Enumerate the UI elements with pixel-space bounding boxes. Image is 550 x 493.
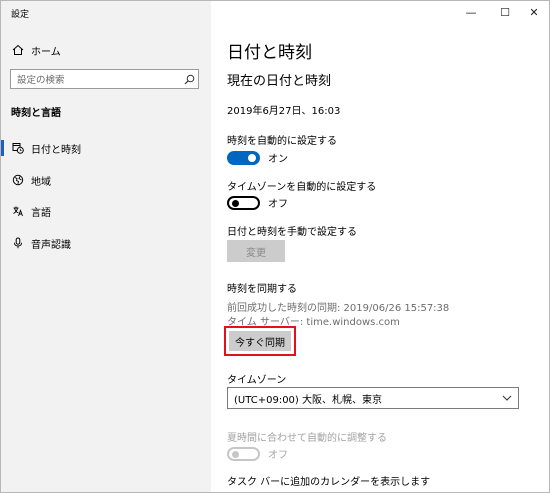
sidebar-item-label: 日付と時刻 <box>31 144 81 156</box>
section-title: 時刻と言語 <box>11 108 61 119</box>
settings-window: 設定 ホーム 設定の検索 時刻と言語 日付と時刻 地域 言語 音声認識 — ☐ … <box>0 0 550 493</box>
sidebar-item-label: 言語 <box>31 207 51 219</box>
auto-timezone-toggle[interactable]: オフ <box>227 195 288 210</box>
last-sync-text: 前回成功した時刻の同期: 2019/06/26 15:57:38 <box>227 303 450 314</box>
dst-label: 夏時間に合わせて自動的に調整する <box>227 433 387 444</box>
sidebar-item-date-time[interactable]: 日付と時刻 <box>1 139 211 157</box>
current-datetime: 2019年6月27日、16:03 <box>227 106 341 117</box>
timezone-label: タイムゾーン <box>227 375 287 386</box>
page-title: 日付と時刻 <box>227 43 312 63</box>
dst-state: オフ <box>268 450 288 461</box>
auto-timezone-state: オフ <box>268 199 288 210</box>
home-icon <box>11 44 25 56</box>
nav-home[interactable]: ホーム <box>11 41 61 59</box>
search-box[interactable]: 設定の検索 <box>10 69 199 89</box>
language-icon <box>11 205 25 217</box>
manual-datetime-label: 日付と時刻を手動で設定する <box>227 227 357 238</box>
chevron-down-icon <box>496 395 518 401</box>
app-title: 設定 <box>11 10 30 20</box>
auto-timezone-switch[interactable] <box>227 195 260 210</box>
current-datetime-heading: 現在の日付と時刻 <box>227 74 332 89</box>
nav-home-label: ホーム <box>31 46 61 58</box>
sidebar-item-region[interactable]: 地域 <box>1 171 211 189</box>
search-input[interactable]: 設定の検索 <box>11 72 180 86</box>
auto-time-switch[interactable] <box>227 150 260 165</box>
timezone-select[interactable]: (UTC+09:00) 大阪、札幌、東京 <box>227 387 519 409</box>
sync-heading: 時刻を同期する <box>227 284 297 295</box>
microphone-icon <box>11 237 25 249</box>
main-content: 日付と時刻 現在の日付と時刻 2019年6月27日、16:03 時刻を自動的に設… <box>211 1 549 492</box>
sidebar: 設定 ホーム 設定の検索 時刻と言語 日付と時刻 地域 言語 音声認識 <box>1 1 211 492</box>
change-button[interactable]: 変更 <box>227 240 285 262</box>
calendar-clock-icon <box>11 142 25 154</box>
sync-now-button[interactable]: 今すぐ同期 <box>229 331 291 351</box>
globe-icon <box>11 174 25 186</box>
sidebar-item-label: 音声認識 <box>31 239 71 251</box>
auto-time-label: 時刻を自動的に設定する <box>227 136 337 147</box>
dst-toggle[interactable]: オフ <box>227 446 288 461</box>
taskbar-calendar-label: タスク バーに追加のカレンダーを表示します <box>227 477 431 488</box>
auto-timezone-label: タイムゾーンを自動的に設定する <box>227 182 377 193</box>
sidebar-item-label: 地域 <box>31 176 51 188</box>
sidebar-item-language[interactable]: 言語 <box>1 202 211 220</box>
timezone-value: (UTC+09:00) 大阪、札幌、東京 <box>234 394 383 406</box>
search-icon[interactable] <box>180 74 198 85</box>
sidebar-item-speech[interactable]: 音声認識 <box>1 234 211 252</box>
dst-switch[interactable] <box>227 446 260 461</box>
auto-time-state: オン <box>268 154 288 165</box>
auto-time-toggle[interactable]: オン <box>227 150 288 165</box>
